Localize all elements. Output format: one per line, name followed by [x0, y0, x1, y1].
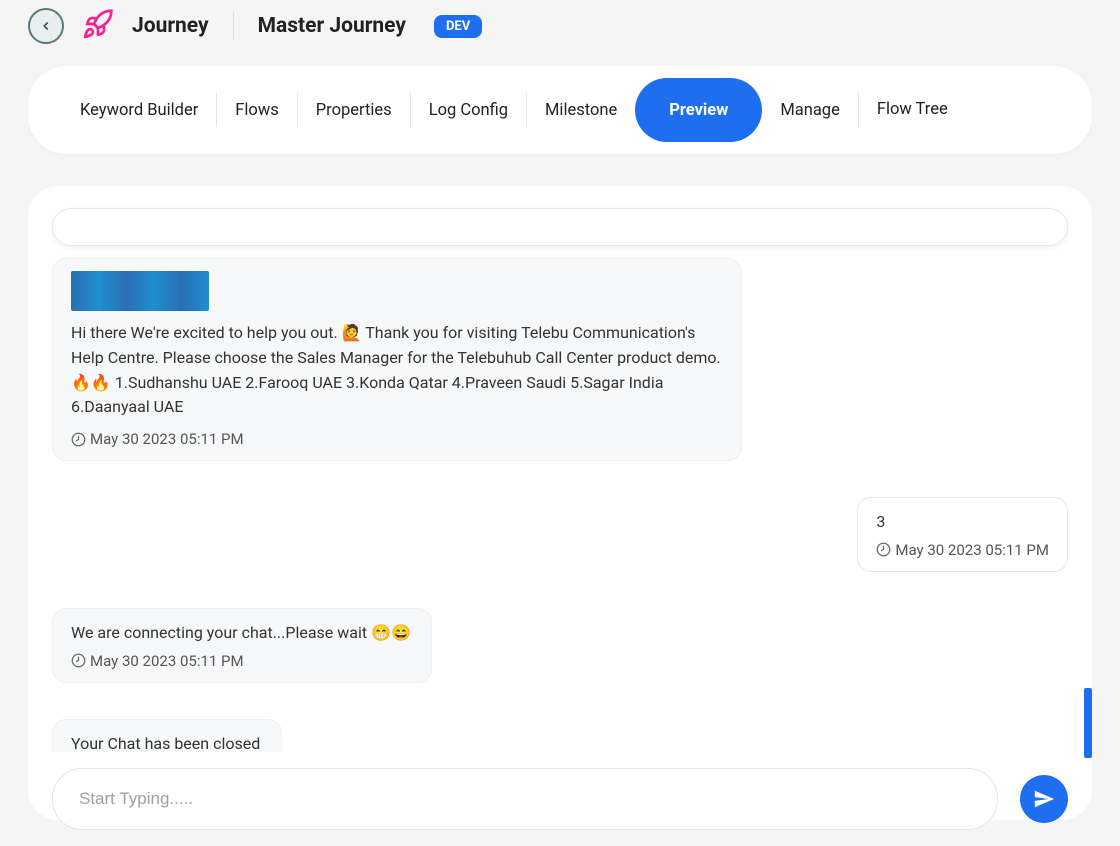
tab-flows[interactable]: Flows [217, 66, 296, 154]
rocket-icon [82, 8, 114, 44]
message-timestamp: May 30 2023 05:11 PM [71, 652, 413, 670]
tab-flow-tree[interactable]: Flow Tree [859, 66, 966, 154]
message-timestamp: May 30 2023 05:11 PM [876, 541, 1049, 559]
message-image [71, 271, 209, 311]
message-text: 3 [876, 510, 1049, 535]
scrollbar-thumb[interactable] [1084, 688, 1092, 758]
page-subtitle: Master Journey [258, 14, 406, 38]
top-bar [52, 208, 1068, 246]
tabs-bar: Keyword Builder Flows Properties Log Con… [28, 66, 1092, 154]
preview-panel: Hi there We're excited to help you out. … [28, 186, 1092, 820]
send-icon [1033, 788, 1055, 810]
send-button[interactable] [1020, 775, 1068, 823]
tab-keyword-builder[interactable]: Keyword Builder [62, 66, 216, 154]
tab-log-config[interactable]: Log Config [411, 66, 526, 154]
chat-message-bot: Hi there We're excited to help you out. … [52, 258, 742, 461]
tab-manage[interactable]: Manage [762, 66, 857, 154]
tab-milestone[interactable]: Milestone [527, 66, 635, 154]
tab-properties[interactable]: Properties [298, 66, 410, 154]
chat-message-bot: We are connecting your chat...Please wai… [52, 608, 432, 683]
compose-row [52, 768, 1068, 830]
header: Journey Master Journey DEV [0, 0, 1120, 52]
back-button[interactable] [28, 8, 64, 44]
chat-scroll-area[interactable]: Hi there We're excited to help you out. … [42, 258, 1078, 752]
chat-message-bot: Your Chat has been closed May 30 2023 05… [52, 719, 282, 752]
message-text: Your Chat has been closed [71, 732, 263, 752]
message-timestamp: May 30 2023 05:11 PM [71, 430, 723, 448]
message-input[interactable] [52, 768, 998, 830]
page-title: Journey [132, 14, 209, 38]
clock-icon [71, 432, 86, 447]
message-text: Hi there We're excited to help you out. … [71, 321, 723, 420]
clock-icon [71, 653, 86, 668]
divider [233, 12, 234, 40]
chat-message-user: 3 May 30 2023 05:11 PM [857, 497, 1068, 572]
chevron-left-icon [39, 19, 53, 33]
env-badge: DEV [434, 15, 482, 38]
clock-icon [876, 542, 891, 557]
message-text: We are connecting your chat...Please wai… [71, 621, 413, 646]
tab-preview[interactable]: Preview [635, 78, 762, 142]
